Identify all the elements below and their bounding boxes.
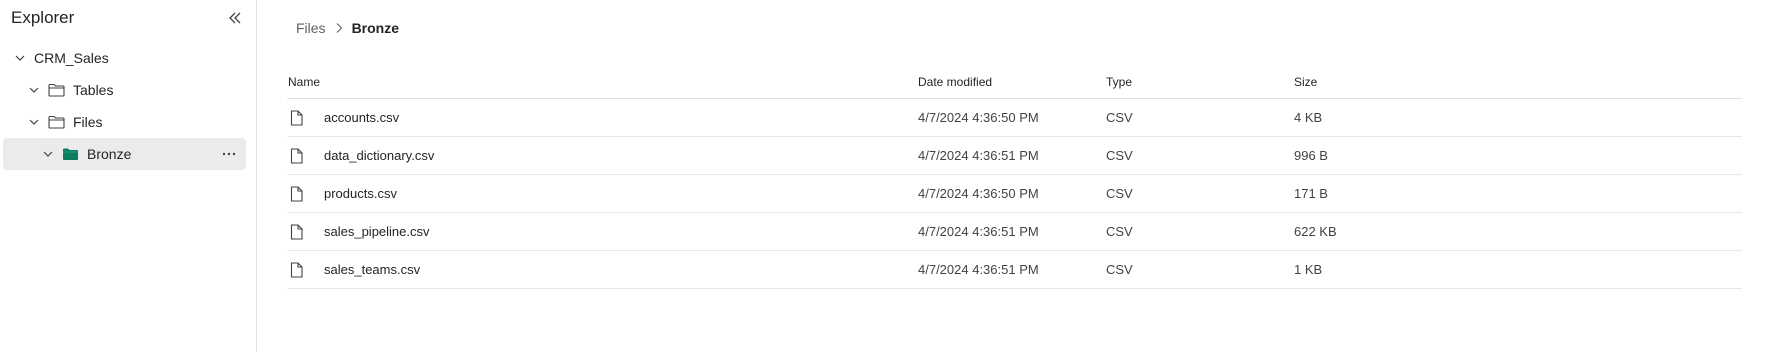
date-modified-cell: 4/7/2024 4:36:50 PM (918, 186, 1039, 201)
date-modified-cell: 4/7/2024 4:36:50 PM (918, 110, 1039, 125)
type-cell: CSV (1106, 148, 1133, 163)
size-cell: 4 KB (1294, 110, 1323, 125)
file-name-cell: data_dictionary.csv (287, 147, 918, 165)
type-cell: CSV (1106, 110, 1133, 125)
file-name-cell: sales_teams.csv (287, 261, 918, 279)
chevron-right-icon (334, 22, 344, 34)
file-name-cell: sales_pipeline.csv (287, 223, 918, 241)
chevron-down-icon[interactable] (26, 82, 42, 98)
breadcrumb: Files Bronze (296, 20, 399, 36)
type-cell: CSV (1106, 224, 1133, 239)
collapse-sidebar-button[interactable] (224, 7, 246, 29)
table-row[interactable]: accounts.csv 4/7/2024 4:36:50 PM CSV 4 K… (287, 99, 1742, 137)
sidebar-title: Explorer (11, 8, 75, 27)
tree-item-label: CRM_Sales (34, 50, 109, 66)
tree-item-tables[interactable]: Tables (3, 74, 246, 106)
more-options-button[interactable] (220, 146, 238, 162)
tree-item-crm-sales[interactable]: CRM_Sales (3, 42, 246, 74)
file-name-cell: products.csv (287, 185, 918, 203)
sidebar-header: Explorer (0, 0, 256, 36)
double-chevron-left-icon (229, 12, 241, 24)
tree-item-bronze[interactable]: Bronze (3, 138, 246, 170)
explorer-sidebar: Explorer CRM_Sales Tables Files Bronze (0, 0, 257, 352)
tree-item-files[interactable]: Files (3, 106, 246, 138)
tree-item-label: Files (73, 114, 103, 130)
file-name[interactable]: products.csv (324, 186, 397, 201)
table-row[interactable]: products.csv 4/7/2024 4:36:50 PM CSV 171… (287, 175, 1742, 213)
tree-item-label: Tables (73, 82, 114, 98)
column-header-date-modified[interactable]: Date modified (918, 75, 1106, 89)
folder-icon (48, 82, 66, 98)
date-modified-cell: 4/7/2024 4:36:51 PM (918, 148, 1039, 163)
size-cell: 171 B (1294, 186, 1328, 201)
size-cell: 1 KB (1294, 262, 1323, 277)
file-name[interactable]: data_dictionary.csv (324, 148, 434, 163)
chevron-down-icon[interactable] (26, 114, 42, 130)
main-content: Files Bronze Name Date modified Type Siz… (257, 0, 1788, 352)
tree-item-label: Bronze (87, 146, 132, 162)
table-header: Name Date modified Type Size (287, 66, 1742, 99)
breadcrumb-files-link[interactable]: Files (296, 20, 326, 36)
size-cell: 996 B (1294, 148, 1328, 163)
chevron-down-icon[interactable] (40, 146, 56, 162)
column-header-type[interactable]: Type (1106, 75, 1294, 89)
column-header-name[interactable]: Name (287, 75, 918, 89)
file-name[interactable]: sales_teams.csv (324, 262, 420, 277)
files-table: Name Date modified Type Size accounts.cs… (287, 66, 1742, 289)
file-icon (290, 147, 306, 165)
date-modified-cell: 4/7/2024 4:36:51 PM (918, 262, 1039, 277)
folder-icon (48, 114, 66, 130)
breadcrumb-current: Bronze (351, 20, 400, 36)
table-row[interactable]: sales_teams.csv 4/7/2024 4:36:51 PM CSV … (287, 251, 1742, 289)
chevron-down-icon[interactable] (12, 50, 28, 66)
more-horizontal-icon (222, 152, 236, 156)
explorer-tree: CRM_Sales Tables Files Bronze (0, 42, 256, 170)
type-cell: CSV (1106, 186, 1133, 201)
type-cell: CSV (1106, 262, 1133, 277)
file-name[interactable]: accounts.csv (324, 110, 399, 125)
file-icon (290, 223, 306, 241)
folder-filled-icon (62, 146, 80, 162)
file-icon (290, 185, 306, 203)
table-row[interactable]: sales_pipeline.csv 4/7/2024 4:36:51 PM C… (287, 213, 1742, 251)
table-row[interactable]: data_dictionary.csv 4/7/2024 4:36:51 PM … (287, 137, 1742, 175)
explorer-app: Explorer CRM_Sales Tables Files Bronze F… (0, 0, 1788, 352)
column-header-size[interactable]: Size (1294, 75, 1494, 89)
file-name-cell: accounts.csv (287, 109, 918, 127)
date-modified-cell: 4/7/2024 4:36:51 PM (918, 224, 1039, 239)
size-cell: 622 KB (1294, 224, 1337, 239)
file-icon (290, 109, 306, 127)
file-icon (290, 261, 306, 279)
file-name[interactable]: sales_pipeline.csv (324, 224, 430, 239)
